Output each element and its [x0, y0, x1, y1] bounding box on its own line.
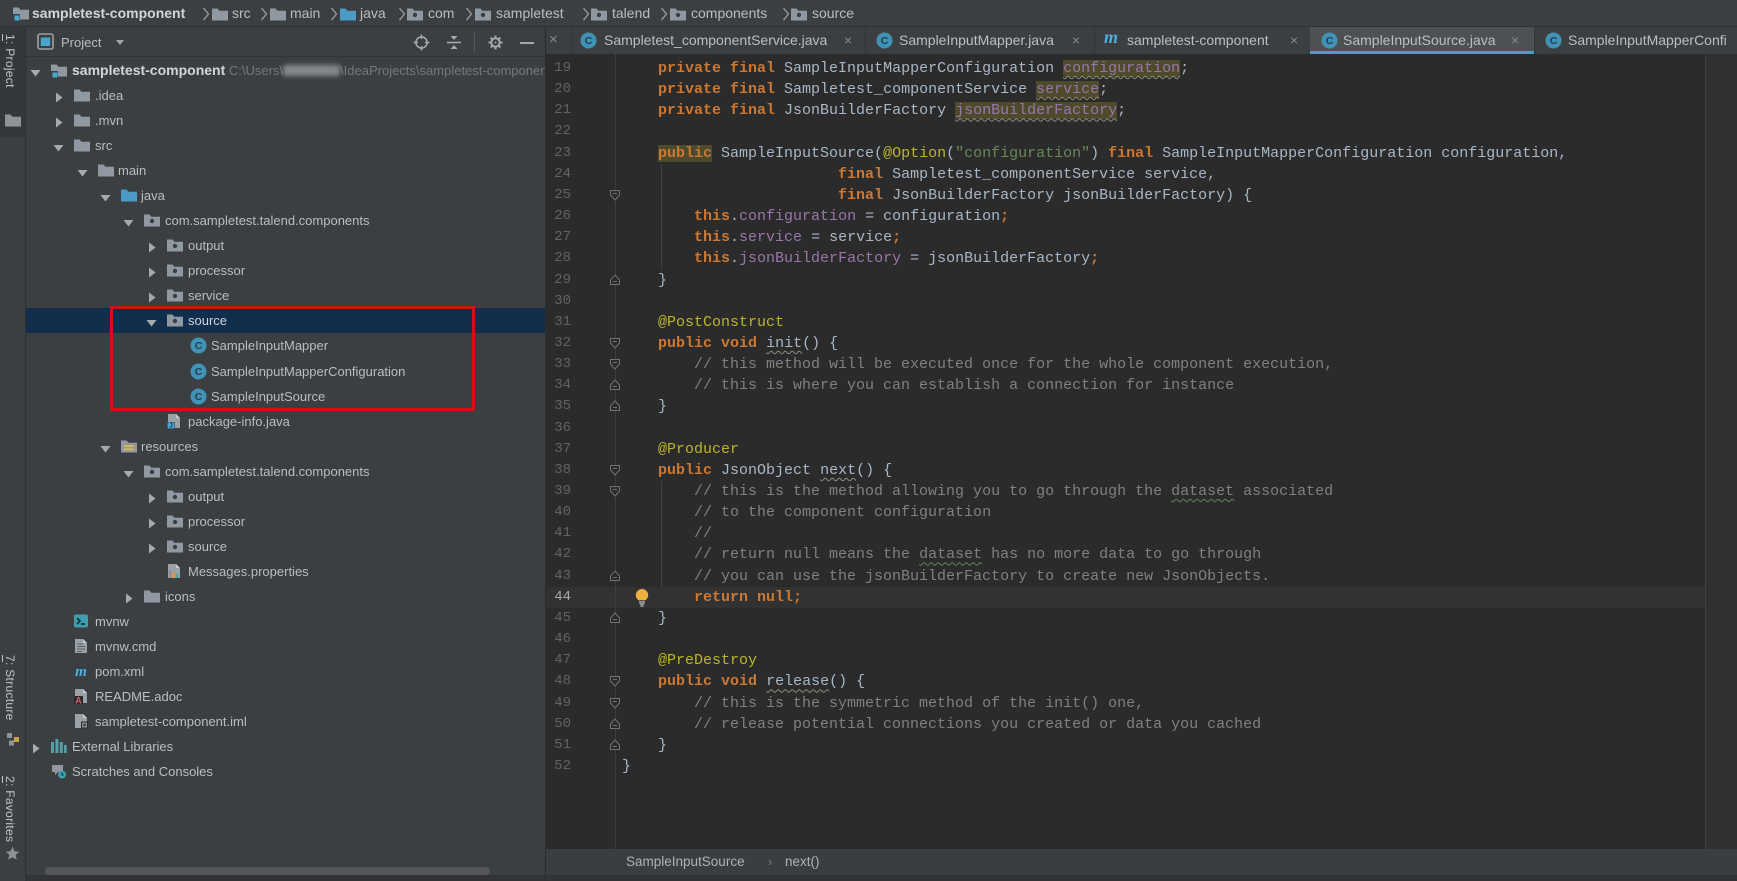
svg-text:C: C [1326, 35, 1334, 47]
svg-text:C: C [881, 35, 889, 47]
svg-text:A: A [75, 695, 82, 704]
svg-text:m: m [75, 664, 87, 679]
svg-text:J: J [169, 422, 173, 428]
svg-text:C: C [1550, 35, 1558, 47]
svg-text:C: C [585, 35, 593, 47]
